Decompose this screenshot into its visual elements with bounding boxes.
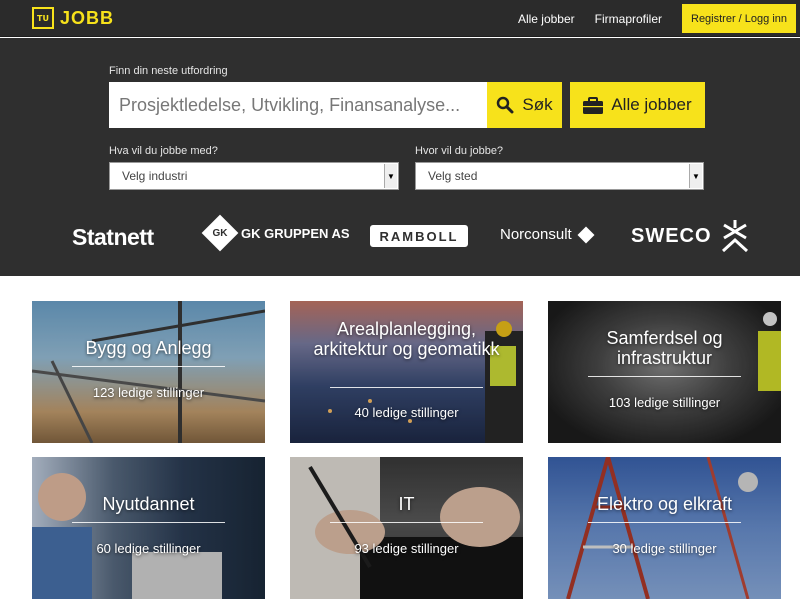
category-count: 103 ledige stillinger [608, 395, 721, 410]
statnett-logo[interactable]: Statnett [72, 224, 154, 251]
category-title: Samferdsel og infrastruktur [606, 328, 723, 368]
category-count: 93 ledige stillinger [354, 541, 459, 556]
location-label: Hvor vil du jobbe? [415, 145, 504, 157]
category-divider [72, 522, 225, 523]
card-overlay [548, 457, 781, 599]
category-divider [330, 522, 483, 523]
category-count: 123 ledige stillinger [92, 385, 205, 400]
category-count: 40 ledige stillinger [354, 405, 459, 420]
category-divider [330, 387, 483, 388]
category-title: Arealplanlegging, arkitektur og geomatik… [313, 319, 500, 359]
all-jobs-button-label: Alle jobber [611, 95, 692, 114]
norconsult-text: Norconsult [500, 226, 572, 243]
all-jobs-button[interactable]: Alle jobber [570, 82, 705, 128]
search-label: Finn din neste utfordring [109, 65, 228, 77]
chevron-down-icon: ▼ [384, 164, 397, 188]
ramboll-logo[interactable]: RAMBOLL [370, 225, 468, 247]
category-card-samferdsel[interactable]: Samferdsel og infrastruktur 103 ledige s… [548, 301, 781, 443]
norconsult-logo[interactable]: Norconsult [500, 226, 595, 243]
search-button[interactable]: Søk [487, 82, 562, 128]
logo-text: JOBB [60, 7, 115, 28]
nav-company-profiles-link[interactable]: Firmaprofiler [595, 12, 662, 26]
norconsult-diamond-icon [577, 226, 595, 243]
category-card-bygg-og-anlegg[interactable]: Bygg og Anlegg 123 ledige stillinger [32, 301, 265, 443]
industry-select-value: Velg industri [122, 169, 188, 183]
gk-mark-text: GK [212, 227, 228, 239]
sweco-logo[interactable]: SWECO [631, 220, 750, 252]
category-count: 30 ledige stillinger [612, 541, 717, 556]
register-login-button[interactable]: Registrer / Logg inn [682, 4, 796, 33]
category-card-arealplanlegging[interactable]: Arealplanlegging, arkitektur og geomatik… [290, 301, 523, 443]
employer-logos: Statnett GK GK GRUPPEN AS RAMBOLL Norcon… [0, 214, 800, 262]
tu-jobb-logo[interactable]: TU JOBB [32, 6, 114, 30]
briefcase-icon [583, 96, 604, 114]
top-navigation-bar: TU JOBB Alle jobber Firmaprofiler Regist… [0, 0, 800, 37]
sweco-text: SWECO [631, 224, 712, 247]
sweco-star-icon [721, 220, 748, 252]
category-title: Nyutdannet [102, 494, 195, 514]
chevron-down-icon: ▼ [689, 164, 702, 188]
location-select[interactable]: Velg sted ▼ [415, 162, 704, 190]
industry-select[interactable]: Velg industri ▼ [109, 162, 399, 190]
main-nav: Alle jobber Firmaprofiler Registrer / Lo… [518, 0, 800, 37]
category-divider [72, 366, 225, 367]
card-overlay [290, 457, 523, 599]
card-overlay [32, 301, 265, 443]
nav-all-jobs-link[interactable]: Alle jobber [518, 12, 575, 26]
card-overlay [548, 301, 781, 443]
card-overlay [32, 457, 265, 599]
category-title: Elektro og elkraft [596, 494, 733, 514]
search-hero: Finn din neste utfordring Søk Alle jobbe… [0, 38, 800, 276]
gk-gruppen-logo[interactable]: GK GK GRUPPEN AS [201, 214, 350, 252]
category-title: IT [398, 494, 415, 514]
category-count: 60 ledige stillinger [96, 541, 201, 556]
tu-logo-mark: TU [32, 7, 54, 29]
search-icon [497, 96, 514, 114]
category-title: Bygg og Anlegg [85, 338, 212, 358]
gk-mark-icon: GK [201, 214, 239, 252]
category-card-it[interactable]: IT 93 ledige stillinger [290, 457, 523, 599]
gk-gruppen-text: GK GRUPPEN AS [241, 225, 350, 241]
location-select-value: Velg sted [428, 169, 478, 183]
category-divider [588, 376, 741, 377]
search-button-label: Søk [522, 95, 553, 114]
search-input[interactable] [109, 82, 487, 128]
category-divider [588, 522, 741, 523]
category-card-nyutdannet[interactable]: Nyutdannet 60 ledige stillinger [32, 457, 265, 599]
industry-label: Hva vil du jobbe med? [109, 145, 218, 157]
category-card-elektro[interactable]: Elektro og elkraft 30 ledige stillinger [548, 457, 781, 599]
